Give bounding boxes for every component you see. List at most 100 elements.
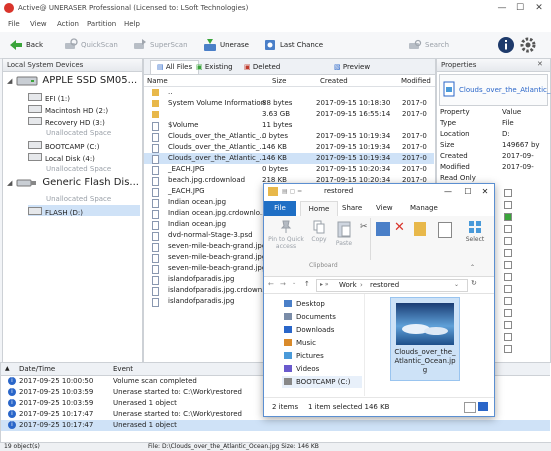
property-checkbox[interactable] bbox=[504, 333, 512, 341]
close-panel-icon[interactable]: ✕ bbox=[537, 60, 543, 68]
tab-all-files[interactable]: ▤ All Files bbox=[150, 60, 200, 74]
nav-item[interactable]: Pictures bbox=[282, 350, 362, 362]
property-checkbox[interactable] bbox=[504, 297, 512, 305]
explorer-maximize-button[interactable]: ☐ bbox=[462, 186, 474, 198]
partition-efi[interactable]: EFI (1:) bbox=[28, 93, 70, 103]
property-checkbox[interactable] bbox=[504, 321, 512, 329]
col-name[interactable]: Name bbox=[147, 77, 168, 85]
nav-item[interactable]: Desktop bbox=[282, 298, 362, 310]
back-button[interactable]: Back bbox=[9, 36, 43, 54]
explorer-close-button[interactable]: ✕ bbox=[479, 186, 491, 198]
property-checkbox[interactable] bbox=[504, 237, 512, 245]
quick-access-toolbar-icon[interactable]: ▤ ▢ = bbox=[282, 188, 302, 195]
col-created[interactable]: Created bbox=[320, 77, 348, 85]
close-button[interactable]: ✕ bbox=[532, 2, 546, 14]
large-icons-view-icon[interactable] bbox=[478, 402, 488, 411]
copy-button[interactable]: Copy bbox=[308, 220, 330, 243]
file-name: islandofparadis.jpg.crdown... bbox=[168, 286, 269, 294]
maximize-button[interactable]: ☐ bbox=[513, 2, 527, 14]
partition-flash-d[interactable]: FLASH (D:) bbox=[28, 205, 140, 217]
partition-bootcamp[interactable]: BOOTCAMP (C:) bbox=[28, 141, 99, 151]
file-row[interactable]: _EACH.JPG 0 bytes 2017-09-15 10:20:34 2017-… bbox=[144, 164, 434, 175]
menu-file[interactable]: File bbox=[8, 20, 20, 28]
property-checkbox[interactable] bbox=[504, 225, 512, 233]
file-row[interactable]: System Volume Information 88 bytes 2017-09… bbox=[144, 98, 434, 109]
breadcrumb-restored[interactable]: restored bbox=[370, 281, 399, 289]
info-icon[interactable] bbox=[497, 36, 515, 54]
details-view-icon[interactable] bbox=[464, 402, 476, 413]
nav-item[interactable]: Documents bbox=[282, 311, 362, 323]
property-checkbox[interactable] bbox=[504, 345, 512, 353]
disk-generic-flash[interactable]: ◢ Generic Flash Dis... bbox=[7, 177, 139, 188]
col-size[interactable]: Size bbox=[272, 77, 286, 85]
file-item-selected[interactable]: Clouds_over_the_Atlantic_Ocean.jpg bbox=[390, 297, 460, 381]
nav-item[interactable]: Videos bbox=[282, 363, 362, 375]
property-checkbox[interactable] bbox=[504, 273, 512, 281]
unallocated-space[interactable]: Unallocated Space bbox=[46, 165, 111, 173]
col-event[interactable]: Event bbox=[113, 365, 133, 373]
collapse-ribbon-icon[interactable]: ⌃ bbox=[470, 264, 475, 271]
ribbon-tab-file[interactable]: File bbox=[264, 201, 296, 216]
paste-button[interactable]: Paste bbox=[332, 220, 356, 247]
address-dropdown-icon[interactable]: ⌄ bbox=[454, 281, 459, 288]
move-to-icon[interactable] bbox=[376, 222, 390, 236]
unerase-button[interactable]: Unerase bbox=[203, 36, 249, 54]
property-checkbox[interactable] bbox=[504, 201, 512, 209]
col-modified[interactable]: Modified bbox=[401, 77, 431, 85]
partition-local-disk[interactable]: Local Disk (4:) bbox=[28, 153, 95, 163]
property-checkbox[interactable] bbox=[504, 249, 512, 257]
property-checkbox[interactable] bbox=[504, 213, 512, 221]
file-row[interactable]: 3.63 GB 2017-09-15 16:55:14 2017-0 bbox=[144, 109, 434, 120]
menu-help[interactable]: Help bbox=[124, 20, 140, 28]
superscan-button[interactable]: SuperScan bbox=[133, 36, 188, 54]
unallocated-space[interactable]: Unallocated Space bbox=[46, 195, 111, 203]
nav-item[interactable]: BOOTCAMP (C:) bbox=[282, 376, 362, 388]
menu-action[interactable]: Action bbox=[57, 20, 79, 28]
nav-history-icon[interactable]: ⌄ bbox=[292, 280, 296, 286]
tab-deleted[interactable]: ▣ Deleted bbox=[244, 61, 280, 74]
col-datetime[interactable]: Date/Time bbox=[19, 365, 55, 373]
ribbon-tab-manage[interactable]: Manage bbox=[410, 201, 438, 216]
tab-preview[interactable]: ▧ Preview bbox=[334, 61, 370, 74]
nav-forward-icon[interactable]: → bbox=[280, 280, 286, 288]
search-button[interactable]: Search bbox=[408, 36, 449, 54]
cut-icon[interactable]: ✂ bbox=[360, 222, 368, 232]
disk-apple-ssd[interactable]: ◢ APPLE SSD SM05... bbox=[7, 75, 137, 86]
partition-macintosh-hd[interactable]: Macintosh HD (2:) bbox=[28, 105, 108, 115]
file-row[interactable]: Clouds_over_the_Atlantic_... 0 bytes 2017-… bbox=[144, 131, 434, 142]
file-row[interactable]: .. bbox=[144, 87, 434, 98]
delete-icon[interactable]: ✕ bbox=[394, 220, 405, 235]
nav-up-icon[interactable]: ↑ bbox=[304, 280, 310, 288]
quickscan-button[interactable]: QuickScan bbox=[64, 36, 118, 54]
tab-existing[interactable]: ▣ Existing bbox=[196, 61, 233, 74]
nav-item[interactable]: Downloads bbox=[282, 324, 362, 336]
ribbon-tab-home[interactable]: Home bbox=[300, 201, 338, 217]
file-row[interactable]: $Volume 11 bytes bbox=[144, 120, 434, 131]
property-checkbox[interactable] bbox=[504, 285, 512, 293]
nav-item[interactable]: Music bbox=[282, 337, 362, 349]
menu-partition[interactable]: Partition bbox=[87, 20, 116, 28]
ribbon-tab-share[interactable]: Share bbox=[342, 201, 362, 216]
refresh-icon[interactable]: ↻ bbox=[471, 279, 477, 287]
property-checkbox[interactable] bbox=[504, 309, 512, 317]
new-folder-icon[interactable] bbox=[414, 222, 426, 236]
minimize-button[interactable]: — bbox=[495, 2, 509, 14]
file-row[interactable]: Clouds_over_the_Atlantic_... 146 KB 2017-0… bbox=[144, 142, 434, 153]
partition-recovery-hd[interactable]: Recovery HD (3:) bbox=[28, 117, 105, 127]
last-chance-button[interactable]: Last Chance bbox=[263, 36, 323, 54]
ribbon-tab-view[interactable]: View bbox=[376, 201, 393, 216]
select-button[interactable]: Select bbox=[460, 220, 490, 243]
explorer-minimize-button[interactable]: — bbox=[442, 186, 454, 198]
pin-quick-access-button[interactable]: Pin to Quick access bbox=[268, 220, 304, 250]
log-row[interactable]: i 2017-09-25 10:17:47 Unerased 1 object bbox=[1, 420, 550, 431]
menu-view[interactable]: View bbox=[30, 20, 47, 28]
property-checkbox[interactable] bbox=[504, 261, 512, 269]
property-checkbox[interactable] bbox=[504, 189, 512, 197]
nav-back-icon[interactable]: ← bbox=[268, 280, 274, 288]
breadcrumb-work[interactable]: Work bbox=[339, 281, 357, 289]
unallocated-space[interactable]: Unallocated Space bbox=[46, 129, 111, 137]
address-path[interactable]: ▸ » Work › restored ⌄ bbox=[316, 279, 468, 292]
settings-gear-icon[interactable] bbox=[519, 36, 537, 54]
properties-icon[interactable] bbox=[438, 222, 452, 238]
file-row[interactable]: Clouds_over_the_Atlantic_... 146 KB 2017-0… bbox=[144, 153, 434, 164]
